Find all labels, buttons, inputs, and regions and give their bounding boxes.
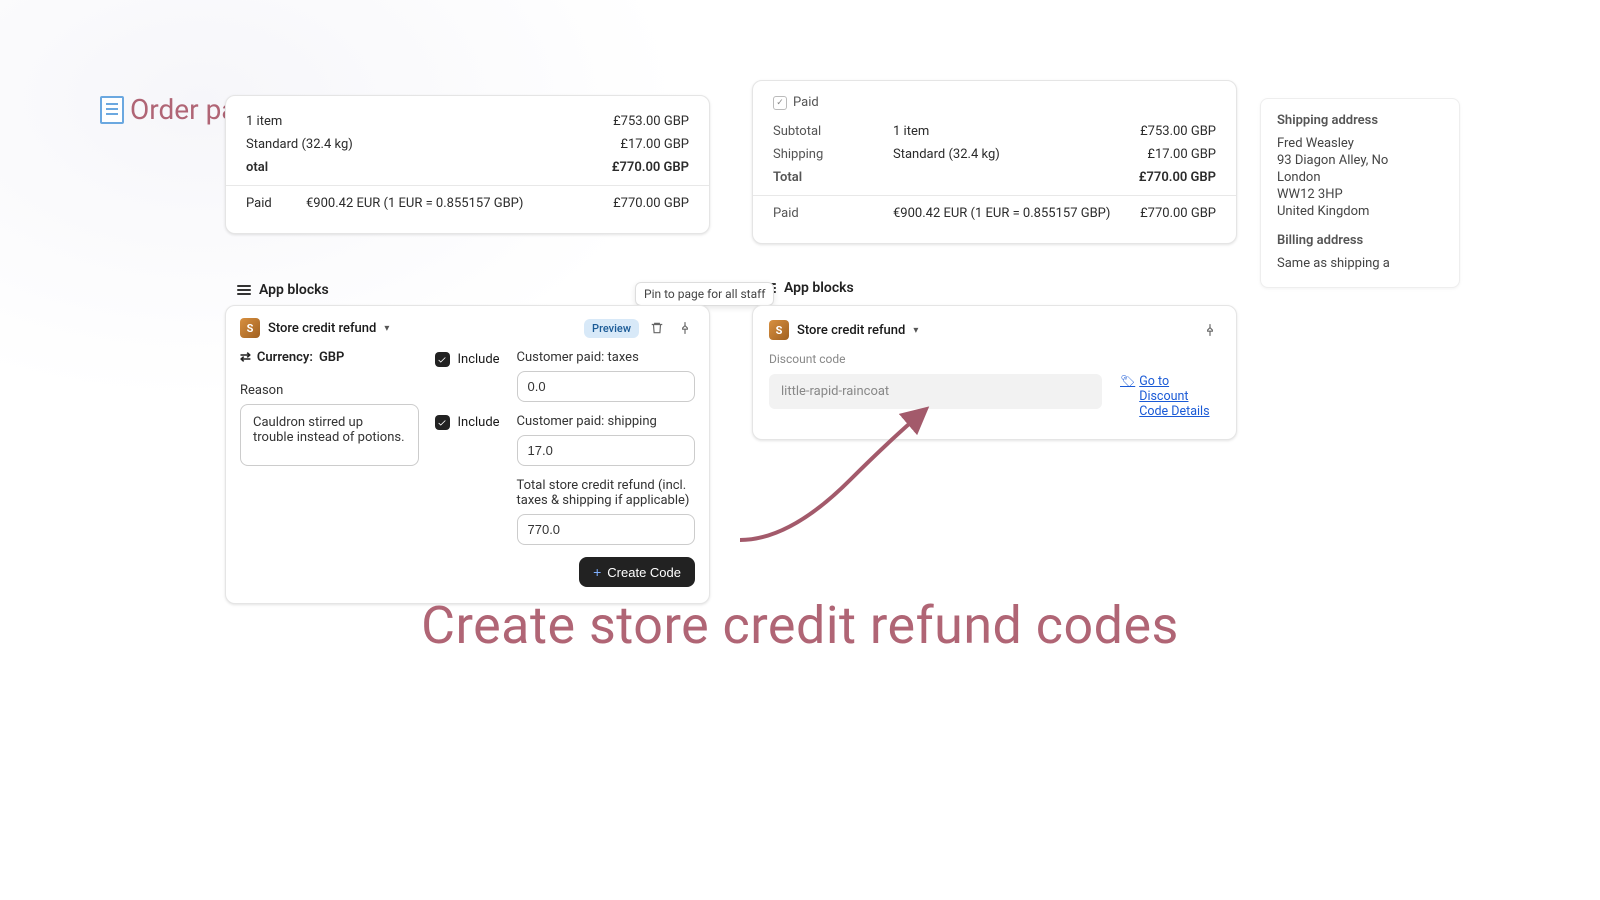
shipping-label: Customer paid: shipping (517, 414, 696, 429)
store-credit-refund-block-create: S Store credit refund ▾ Preview ⇄ Curren… (225, 305, 710, 604)
total-refund-input[interactable] (517, 514, 696, 545)
items-count: 1 item (246, 114, 282, 129)
ship-line-country: United Kingdom (1277, 204, 1443, 219)
tag-icon: 🏷 (1120, 374, 1135, 388)
items-price: £753.00 GBP (613, 114, 689, 129)
currency-swap-icon: ⇄ (240, 350, 251, 365)
ship-line-street: 93 Diagon Alley, No (1277, 153, 1443, 168)
app-logo-icon: S (240, 318, 260, 338)
billing-heading: Billing address (1277, 233, 1443, 248)
ship-method: Standard (32.4 kg) (246, 137, 353, 152)
total-label: Total (773, 170, 893, 185)
check-icon: ✓ (773, 96, 787, 110)
pin-tooltip: Pin to page for all staff (635, 282, 774, 306)
app-logo-icon: S (769, 320, 789, 340)
block-title: Store credit refund (797, 323, 905, 338)
discount-code-label: Discount code (769, 352, 1220, 366)
block-title: Store credit refund (268, 321, 376, 336)
discount-code-value: little-rapid-raincoat (769, 374, 1102, 409)
shipping-address-card: Shipping address Fred Weasley 93 Diagon … (1260, 98, 1460, 288)
app-blocks-title-right: App blocks (762, 280, 854, 296)
store-credit-refund-block-result: S Store credit refund ▾ Discount code li… (752, 305, 1237, 440)
currency-value: GBP (319, 350, 344, 365)
items-count: 1 item (893, 124, 1140, 139)
paid-right: £770.00 GBP (613, 196, 689, 211)
include-shipping-checkbox[interactable]: Include (435, 415, 501, 430)
goto-discount-details-link[interactable]: 🏷 Go to Discount Code Details (1120, 374, 1220, 419)
pin-icon[interactable] (1200, 320, 1220, 340)
ship-price: £17.00 GBP (1147, 147, 1216, 162)
document-icon (100, 96, 124, 124)
chevron-down-icon[interactable]: ▾ (384, 323, 389, 334)
paid-amount: €900.42 EUR (1 EUR = 0.855157 GBP) (893, 206, 1140, 221)
create-code-button[interactable]: + Create Code (579, 557, 695, 587)
ship-line-postcode: WW12 3HP (1277, 187, 1443, 202)
ship-line-name: Fred Weasley (1277, 136, 1443, 151)
ship-price: £17.00 GBP (620, 137, 689, 152)
paid-badge: ✓ Paid (773, 95, 1216, 110)
ship-method: Standard (32.4 kg) (893, 147, 1147, 162)
reason-label: Reason (240, 383, 419, 398)
taxes-input[interactable] (517, 371, 696, 402)
order-summary-right: ✓ Paid Subtotal 1 item £753.00 GBP Shipp… (752, 80, 1237, 244)
include-taxes-checkbox[interactable]: Include (435, 352, 501, 367)
shipping-heading: Shipping address (1277, 113, 1443, 128)
total-price: £770.00 GBP (612, 160, 689, 175)
reason-input[interactable] (240, 404, 419, 466)
taxes-label: Customer paid: taxes (517, 350, 696, 365)
billing-text: Same as shipping a (1277, 256, 1443, 271)
plus-icon: + (593, 564, 601, 580)
sliders-icon (237, 283, 251, 297)
shipping-input[interactable] (517, 435, 696, 466)
paid-label: Paid (773, 206, 893, 221)
total-refund-label: Total store credit refund (incl. taxes &… (517, 478, 696, 508)
total-price: £770.00 GBP (1139, 170, 1216, 185)
pin-icon[interactable] (675, 318, 695, 338)
preview-badge: Preview (584, 319, 639, 338)
hero-caption: Create store credit refund codes (421, 595, 1179, 656)
total-label-partial: otal (246, 160, 268, 175)
trash-icon[interactable] (647, 318, 667, 338)
order-summary-left: 1 item £753.00 GBP Standard (32.4 kg) £1… (225, 95, 710, 234)
shipping-label: Shipping (773, 147, 893, 162)
chevron-down-icon[interactable]: ▾ (913, 325, 918, 336)
app-blocks-title-left: App blocks (237, 282, 329, 298)
paid-right: £770.00 GBP (1140, 206, 1216, 221)
items-price: £753.00 GBP (1140, 124, 1216, 139)
subtotal-label: Subtotal (773, 124, 893, 139)
paid-label: Paid (246, 196, 306, 211)
paid-amount: €900.42 EUR (1 EUR = 0.855157 GBP) (306, 196, 613, 211)
currency-label: Currency: (257, 350, 313, 365)
ship-line-city: London (1277, 170, 1443, 185)
